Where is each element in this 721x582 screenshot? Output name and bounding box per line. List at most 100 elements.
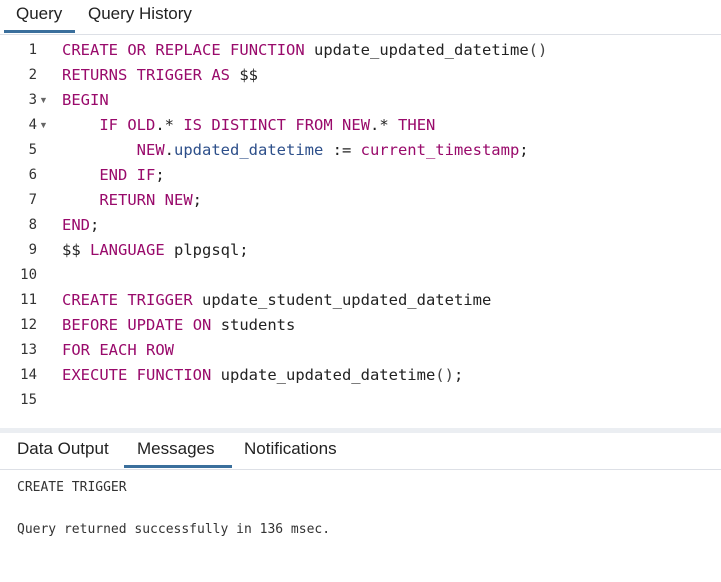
line-number: 12 [20, 317, 37, 333]
code-token: updated_datetime [174, 141, 324, 159]
code-token: current_timestamp [360, 141, 520, 159]
code-line[interactable]: 5 NEW.updated_datetime := current_timest… [0, 138, 721, 163]
code-token: TRIGGER [127, 291, 193, 309]
fold-toggle-icon[interactable]: ▼ [39, 88, 48, 113]
code-text: $$ LANGUAGE plpgsql; [62, 238, 249, 263]
code-line[interactable]: 13 FOR EACH ROW [0, 338, 721, 363]
line-number: 14 [20, 367, 37, 383]
code-text: END; [62, 213, 99, 238]
tab-query-history[interactable]: Query History [88, 4, 192, 24]
code-line[interactable]: 10 [0, 263, 721, 288]
code-token: .* [370, 116, 399, 134]
code-token: ; [155, 166, 165, 184]
code-token: FROM [295, 116, 333, 134]
tab-messages[interactable]: Messages [137, 439, 214, 459]
line-number: 15 [20, 392, 37, 408]
code-token: END [99, 166, 128, 184]
tab-notifications[interactable]: Notifications [244, 439, 337, 459]
code-token: THEN [398, 116, 436, 134]
code-line[interactable]: 2 RETURNS TRIGGER AS $$ [0, 63, 721, 88]
code-token: . [164, 141, 174, 159]
line-number: 13 [20, 342, 37, 358]
code-line[interactable]: 14 EXECUTE FUNCTION update_updated_dateti… [0, 363, 721, 388]
code-text: BEFORE UPDATE ON students [62, 313, 295, 338]
code-token: students [211, 316, 296, 334]
code-text: FOR EACH ROW [62, 338, 174, 363]
code-token: NEW [342, 116, 371, 134]
code-token: IS [183, 116, 203, 134]
code-line[interactable]: 3 ▼ BEGIN [0, 88, 721, 113]
code-line[interactable]: 4 ▼ IF OLD.* IS DISTINCT FROM NEW.* THEN [0, 113, 721, 138]
code-token: $$ [62, 241, 90, 259]
code-token: update_updated_datetime [304, 41, 529, 59]
code-token: plpgsql; [164, 241, 249, 259]
messages-panel: CREATE TRIGGER Query returned successful… [0, 470, 721, 582]
message-line: CREATE TRIGGER [17, 480, 127, 495]
code-token: BEGIN [62, 91, 109, 109]
line-number: 10 [20, 267, 37, 283]
code-text: EXECUTE FUNCTION update_updated_datetime… [62, 363, 463, 388]
code-token: NEW [164, 191, 193, 209]
line-number: 1 [28, 42, 37, 58]
code-line[interactable]: 1 CREATE OR REPLACE FUNCTION update_updat… [0, 38, 721, 63]
code-token: ; [90, 216, 100, 234]
line-number: 2 [28, 67, 37, 83]
code-token: IF [136, 166, 156, 184]
code-token: FUNCTION [230, 41, 305, 59]
code-token: () [435, 366, 454, 384]
line-number: 5 [28, 142, 37, 158]
code-text: CREATE OR REPLACE FUNCTION update_update… [62, 38, 547, 63]
code-text: RETURN NEW; [62, 188, 202, 213]
code-text: BEGIN [62, 88, 109, 113]
line-number: 7 [28, 192, 37, 208]
code-token: AS [211, 66, 231, 84]
code-text: NEW.updated_datetime := current_timestam… [62, 138, 529, 163]
line-number: 8 [28, 217, 37, 233]
active-output-tab-underline [124, 465, 232, 468]
output-tab-bar: Data Output Messages Notifications [0, 433, 721, 470]
code-token: ; [192, 191, 203, 209]
code-line[interactable]: 6 END IF; [0, 163, 721, 188]
code-text: IF OLD.* IS DISTINCT FROM NEW.* THEN [62, 113, 435, 138]
code-token: END [62, 216, 90, 234]
code-line[interactable]: 9 $$ LANGUAGE plpgsql; [0, 238, 721, 263]
code-token: UPDATE [127, 316, 184, 334]
code-line[interactable]: 11 CREATE TRIGGER update_student_updated_… [0, 288, 721, 313]
code-token: ; [519, 141, 529, 159]
code-token: FOR [62, 341, 90, 359]
code-line[interactable]: 7 RETURN NEW; [0, 188, 721, 213]
line-number: 9 [28, 242, 37, 258]
code-token: RETURNS [62, 66, 128, 84]
code-token: ON [192, 316, 212, 334]
code-text: RETURNS TRIGGER AS $$ [62, 63, 258, 88]
code-line[interactable]: 12 BEFORE UPDATE ON students [0, 313, 721, 338]
code-token: IF [99, 116, 118, 134]
code-token: EXECUTE [62, 366, 128, 384]
query-tab-bar: Query Query History [0, 0, 721, 35]
tab-query[interactable]: Query [16, 4, 62, 24]
fold-toggle-icon[interactable]: ▼ [39, 113, 48, 138]
sql-editor[interactable]: 1 CREATE OR REPLACE FUNCTION update_updat… [0, 35, 721, 429]
tab-data-output[interactable]: Data Output [17, 439, 109, 459]
code-token: NEW [136, 141, 165, 159]
code-token: TRIGGER [136, 66, 202, 84]
code-token: .* [155, 116, 184, 134]
line-number: 4 [28, 117, 37, 133]
code-token: OR [127, 41, 147, 59]
code-line[interactable]: 8 END; [0, 213, 721, 238]
code-token: update_updated_datetime [211, 366, 436, 384]
code-line[interactable]: 15 [0, 388, 721, 413]
